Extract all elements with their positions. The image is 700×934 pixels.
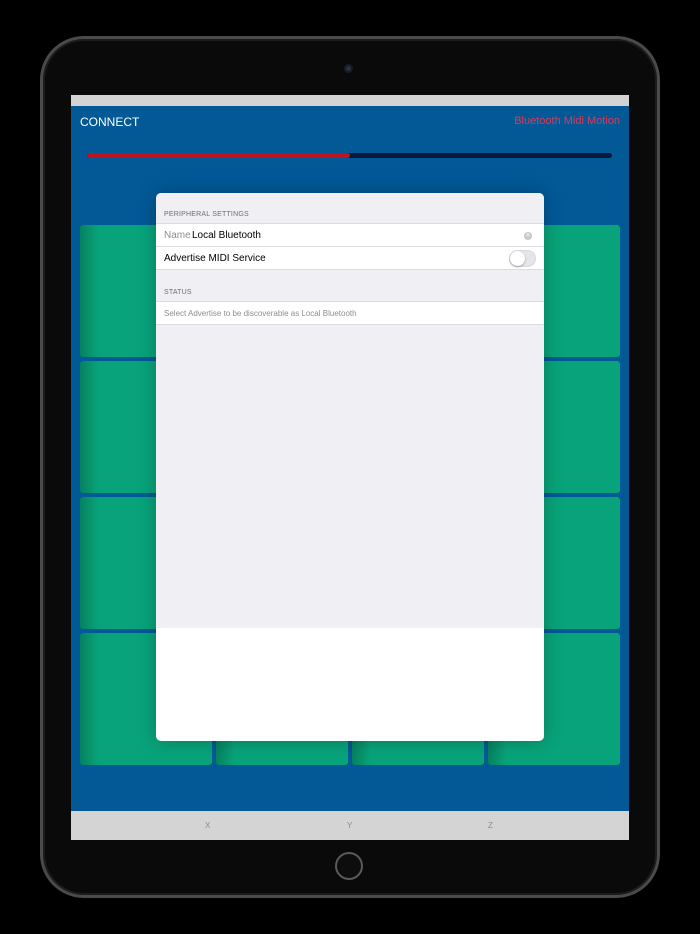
app-title: Bluetooth Midi Motion (514, 115, 620, 127)
connect-button[interactable]: CONNECT (80, 115, 139, 129)
progress-fill (87, 153, 350, 158)
clear-icon[interactable]: ✕ (524, 232, 532, 240)
status-text: Select Advertise to be discoverable as L… (164, 309, 357, 318)
status-bar (71, 95, 629, 106)
name-input[interactable] (192, 227, 512, 243)
advertise-row: Advertise MIDI Service (156, 246, 544, 270)
toggle-knob (510, 251, 525, 266)
home-button[interactable] (335, 852, 363, 880)
settings-table: PERIPHERAL SETTINGS Name ✕ Advertise MID… (156, 193, 544, 628)
settings-modal: PERIPHERAL SETTINGS Name ✕ Advertise MID… (156, 193, 544, 741)
progress-bar (87, 153, 612, 158)
name-row: Name ✕ (156, 223, 544, 247)
status-header: STATUS (164, 289, 192, 296)
axis-label-x: X (205, 821, 211, 830)
status-row: Select Advertise to be discoverable as L… (156, 301, 544, 325)
axis-bar: X Y Z (71, 811, 629, 840)
axis-label-z: Z (488, 821, 493, 830)
peripheral-settings-header: PERIPHERAL SETTINGS (164, 211, 249, 218)
advertise-label: Advertise MIDI Service (164, 253, 266, 264)
axis-label-y: Y (347, 821, 353, 830)
name-label: Name (164, 230, 191, 241)
camera-icon (344, 64, 353, 73)
advertise-toggle[interactable] (509, 250, 536, 267)
